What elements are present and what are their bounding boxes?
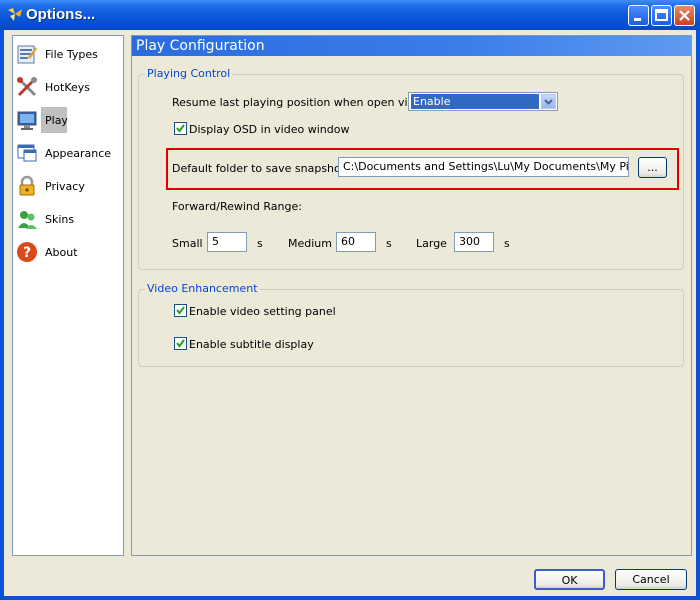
- appearance-icon: [17, 144, 37, 162]
- close-button[interactable]: [674, 5, 695, 26]
- sidebar-item-about[interactable]: ? About: [13, 238, 123, 266]
- snapshot-folder-input[interactable]: C:\Documents and Settings\Lu\My Document…: [338, 157, 629, 177]
- video-enhancement-legend: Video Enhancement: [145, 282, 260, 295]
- video-enhancement-group: Video Enhancement: [138, 282, 684, 367]
- medium-unit: s: [386, 237, 392, 250]
- range-label: Forward/Rewind Range:: [172, 200, 302, 213]
- close-icon: [679, 10, 690, 21]
- panel-header: Play Configuration: [132, 36, 691, 56]
- cancel-button[interactable]: Cancel: [615, 569, 687, 590]
- maximize-button[interactable]: [651, 5, 672, 26]
- video-panel-label: Enable video setting panel: [189, 305, 336, 318]
- sidebar-item-label: File Types: [45, 48, 98, 61]
- subtitle-checkbox[interactable]: [174, 337, 187, 350]
- sidebar-item-label: Appearance: [45, 147, 112, 160]
- title-bar[interactable]: Options...: [0, 0, 700, 30]
- minimize-icon: [634, 18, 641, 21]
- dialog-body: File Types HotKeys Play Appearance Priva…: [4, 30, 696, 596]
- category-sidebar: File Types HotKeys Play Appearance Priva…: [12, 35, 124, 556]
- settings-panel: Play Configuration Playing Control Resum…: [131, 35, 692, 556]
- sidebar-item-label: HotKeys: [45, 81, 90, 94]
- app-logo-icon: [8, 8, 22, 21]
- maximize-icon: [655, 9, 668, 21]
- large-label: Large: [416, 237, 447, 250]
- osd-label: Display OSD in video window: [189, 123, 350, 136]
- hotkeys-icon: [17, 77, 37, 97]
- options-window: Options... File Types HotKeys Play Appea…: [0, 0, 700, 600]
- large-range-input[interactable]: 300: [454, 232, 494, 252]
- skins-icon: [18, 211, 37, 229]
- window-title: Options...: [26, 6, 96, 23]
- sidebar-item-play[interactable]: Play: [13, 106, 123, 134]
- sidebar-item-skins[interactable]: Skins: [13, 205, 123, 233]
- browse-folder-button[interactable]: ...: [638, 157, 667, 178]
- medium-range-input[interactable]: 60: [336, 232, 376, 252]
- sidebar-item-label: Privacy: [45, 180, 85, 193]
- monitor-icon: [17, 111, 37, 130]
- file-types-icon: [17, 45, 37, 64]
- sidebar-item-label: Skins: [45, 213, 75, 226]
- minimize-button[interactable]: [628, 5, 649, 26]
- medium-label: Medium: [288, 237, 332, 250]
- osd-checkbox[interactable]: [174, 122, 187, 135]
- panel-title: Play Configuration: [136, 38, 265, 54]
- ok-button[interactable]: OK: [534, 569, 605, 590]
- sidebar-item-label: About: [45, 246, 78, 259]
- sidebar-item-label: Play: [45, 114, 68, 127]
- sidebar-item-hotkeys[interactable]: HotKeys: [13, 73, 123, 101]
- chevron-down-icon: [544, 99, 553, 105]
- resume-dropdown-button[interactable]: [541, 94, 556, 109]
- lock-icon: [19, 175, 35, 196]
- small-range-input[interactable]: 5: [207, 232, 247, 252]
- small-unit: s: [257, 237, 263, 250]
- snapshot-label: Default folder to save snapshot:: [172, 162, 349, 175]
- sidebar-item-privacy[interactable]: Privacy: [13, 172, 123, 200]
- checkmark-icon: [176, 339, 185, 348]
- resume-select[interactable]: Enable: [408, 92, 558, 111]
- video-panel-checkbox[interactable]: [174, 304, 187, 317]
- sidebar-item-appearance[interactable]: Appearance: [13, 139, 123, 167]
- checkmark-icon: [176, 124, 185, 133]
- sidebar-item-file-types[interactable]: File Types: [13, 40, 123, 68]
- small-label: Small: [172, 237, 203, 250]
- large-unit: s: [504, 237, 510, 250]
- svg-text:?: ?: [23, 245, 31, 261]
- help-icon: ?: [17, 242, 37, 262]
- resume-selected-value: Enable: [411, 94, 539, 109]
- subtitle-label: Enable subtitle display: [189, 338, 314, 351]
- playing-control-legend: Playing Control: [145, 67, 233, 80]
- checkmark-icon: [176, 306, 185, 315]
- resume-label: Resume last playing position when open v…: [172, 96, 432, 109]
